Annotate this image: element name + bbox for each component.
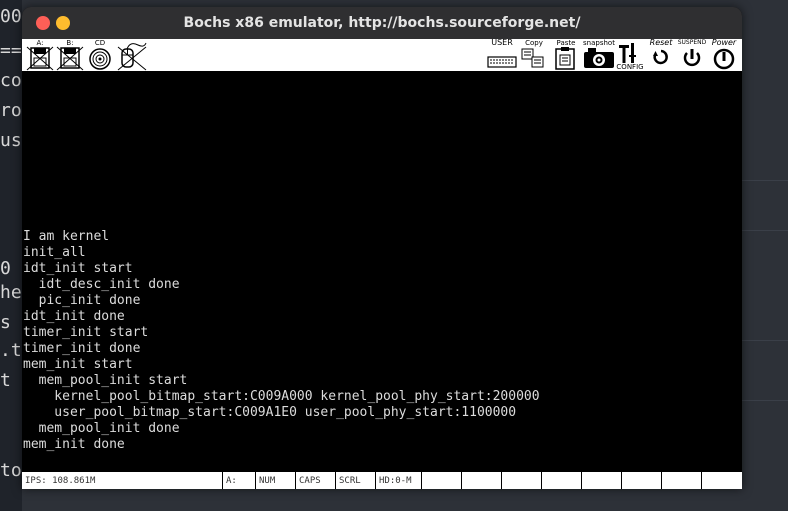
console-line: mem_pool_init done bbox=[23, 421, 180, 436]
camera-icon bbox=[584, 48, 614, 68]
console-line: timer_init start bbox=[23, 325, 149, 340]
status-cell-empty bbox=[622, 472, 662, 489]
clipboard-icon bbox=[555, 47, 575, 70]
reset-icon bbox=[653, 49, 668, 65]
title-bar[interactable]: Bochs x86 emulator, http://bochs.sourcef… bbox=[22, 7, 742, 40]
copy-icon bbox=[521, 48, 544, 68]
floppy-icon bbox=[26, 46, 54, 71]
power-button[interactable]: Power bbox=[708, 39, 740, 71]
status-cell-empty bbox=[582, 472, 622, 489]
keyboard-icon bbox=[487, 56, 517, 68]
power-icon bbox=[713, 48, 735, 70]
status-cell-empty bbox=[422, 472, 462, 489]
bochs-toolbar: A: B: CD USER Copy Paste snapshot CONFIG… bbox=[22, 39, 742, 72]
suspend-button[interactable]: SUSPEND bbox=[676, 39, 708, 71]
user-button[interactable]: USER bbox=[486, 39, 518, 71]
console-line: idt_init start bbox=[23, 261, 133, 276]
status-cell-empty bbox=[502, 472, 542, 489]
console-line: mem_init start bbox=[23, 357, 133, 372]
console-line: kernel_pool_bitmap_start:C009A000 kernel… bbox=[23, 389, 540, 404]
paste-button[interactable]: Paste bbox=[552, 39, 580, 71]
console-line: user_pool_bitmap_start:C009A1E0 user_poo… bbox=[23, 405, 517, 420]
mouse-icon bbox=[117, 42, 147, 71]
background-editor-left: 00 == co ro us 0 he s .t t to bbox=[0, 0, 22, 511]
cdrom-button[interactable]: CD bbox=[86, 39, 114, 71]
snapshot-button[interactable]: snapshot bbox=[582, 39, 616, 71]
bochs-window: Bochs x86 emulator, http://bochs.sourcef… bbox=[22, 7, 742, 489]
status-bar: IPS: 108.861M A: NUM CAPS SCRL HD:0-M bbox=[22, 471, 742, 489]
floppy-a-button[interactable]: A: bbox=[26, 39, 54, 71]
console-line: timer_init done bbox=[23, 341, 141, 356]
console-line: init_all bbox=[23, 245, 86, 260]
background-document-right bbox=[742, 0, 788, 511]
console-line: I am kernel bbox=[23, 229, 110, 244]
copy-button[interactable]: Copy bbox=[520, 39, 548, 71]
status-cell-empty bbox=[662, 472, 702, 489]
config-label: CONFIG bbox=[616, 63, 644, 71]
console-line: idt_desc_init done bbox=[23, 277, 180, 292]
floppy-indicator: A: bbox=[223, 472, 256, 489]
scroll-lock-indicator: SCRL bbox=[336, 472, 376, 489]
config-button[interactable]: CONFIG bbox=[616, 39, 644, 71]
console-output: I am kernel init_all idt_init start idt_de… bbox=[23, 229, 540, 453]
caps-lock-indicator: CAPS bbox=[296, 472, 336, 489]
console-line: idt_init done bbox=[23, 309, 125, 324]
suspend-icon bbox=[683, 49, 701, 67]
mouse-capture-button[interactable] bbox=[116, 39, 150, 71]
emulator-screen[interactable]: I am kernel init_all idt_init start idt_de… bbox=[22, 71, 742, 471]
num-lock-indicator: NUM bbox=[256, 472, 296, 489]
floppy-b-button[interactable]: B: bbox=[56, 39, 84, 71]
reset-button[interactable]: Reset bbox=[646, 39, 676, 71]
status-cell-empty bbox=[462, 472, 502, 489]
hd-indicator: HD:0-M bbox=[376, 472, 422, 489]
console-line: pic_init done bbox=[23, 293, 141, 308]
console-line: mem_pool_init start bbox=[23, 373, 188, 388]
status-cell-empty bbox=[542, 472, 582, 489]
cdrom-icon bbox=[89, 48, 111, 70]
window-title: Bochs x86 emulator, http://bochs.sourcef… bbox=[183, 15, 581, 31]
console-line: mem_init done bbox=[23, 437, 125, 452]
floppy-icon bbox=[56, 46, 84, 71]
ips-indicator: IPS: 108.861M bbox=[22, 472, 223, 489]
